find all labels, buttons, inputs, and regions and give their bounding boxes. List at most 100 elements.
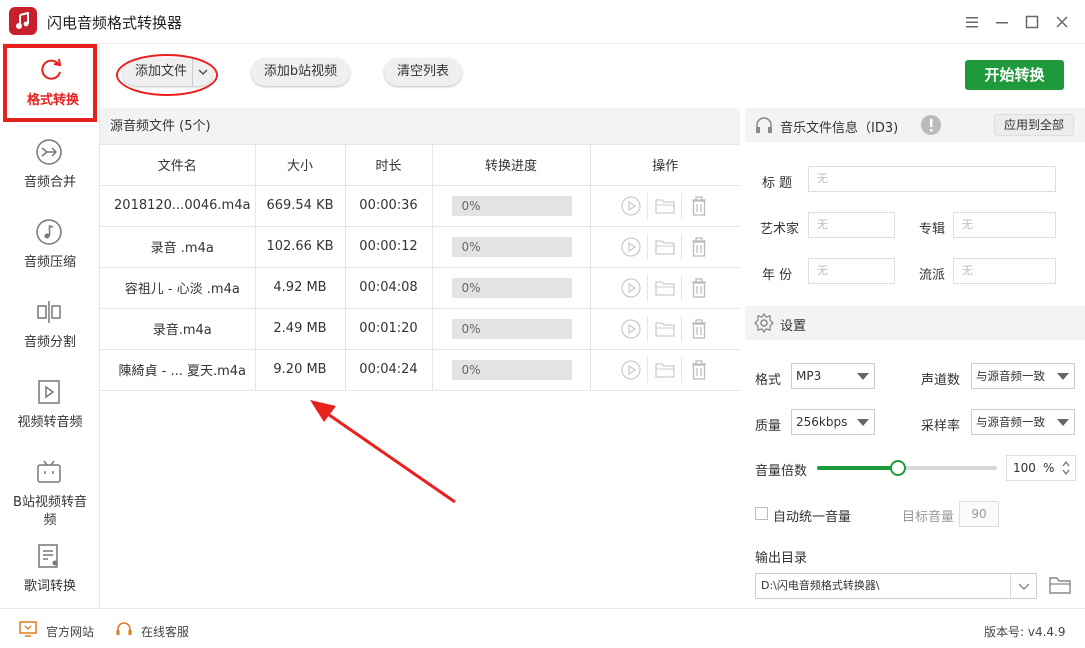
artist-field[interactable]: 无	[808, 212, 895, 238]
folder-icon[interactable]	[648, 315, 683, 342]
file-size: 2.49 MB	[255, 308, 346, 350]
file-name: 录音.m4a	[100, 308, 256, 350]
year-field[interactable]: 无	[808, 258, 895, 284]
trash-icon[interactable]	[682, 357, 716, 383]
samplerate-value: 与源音频一致	[976, 415, 1045, 429]
sidebar: 格式转换 音频合并 音频压缩 音频分割 视频转音频 B站视频转音频 歌词转换	[0, 44, 100, 608]
folder-icon[interactable]	[648, 192, 683, 219]
play-icon[interactable]	[614, 356, 649, 383]
channels-value: 与源音频一致	[976, 369, 1045, 383]
auto-volume-checkbox[interactable]	[755, 507, 768, 520]
play-icon[interactable]	[614, 315, 649, 342]
chevron-down-icon	[1057, 373, 1069, 380]
sidebar-item-audio-split[interactable]: 音频分割	[0, 290, 100, 368]
sidebar-item-label: B站视频转音频	[13, 495, 87, 528]
add-bilibili-button[interactable]: 添加b站视频	[251, 58, 350, 86]
artist-label: 艺术家	[760, 222, 800, 237]
trash-icon[interactable]	[682, 275, 716, 301]
title-field[interactable]: 无	[808, 166, 1056, 192]
website-icon	[19, 621, 37, 637]
close-icon[interactable]	[1054, 14, 1070, 30]
column-header-duration: 时长	[345, 145, 433, 186]
album-field[interactable]: 无	[953, 212, 1056, 238]
sidebar-item-lyrics[interactable]: 歌词转换	[0, 534, 100, 612]
auto-volume-label: 自动统一音量	[773, 510, 852, 525]
sidebar-item-label: 音频合并	[23, 175, 76, 190]
table-row[interactable]: 容祖儿 - 心淡 .m4a 4.92 MB 00:04:08 0%	[100, 267, 740, 309]
file-list-header: 源音频文件 (5个)	[100, 108, 740, 145]
output-path-field[interactable]: D:\闪电音频格式转换器\	[755, 573, 1037, 599]
table-row[interactable]: 陳綺貞 - ... 夏天.m4a 9.20 MB 00:04:24 0%	[100, 349, 740, 391]
progress-bar: 0%	[451, 277, 572, 298]
warning-icon[interactable]	[920, 114, 942, 136]
volume-slider-fill	[817, 466, 898, 470]
chevron-down-icon	[857, 419, 869, 426]
file-name: 2018120...0046.m4a	[100, 185, 256, 227]
sidebar-item-bilibili-to-audio[interactable]: B站视频转音频	[0, 450, 100, 540]
progress-bar: 0%	[451, 318, 572, 339]
menu-icon[interactable]	[964, 14, 980, 30]
format-select[interactable]: MP3	[791, 363, 875, 389]
genre-field[interactable]: 无	[953, 258, 1056, 284]
samplerate-label: 采样率	[921, 419, 961, 434]
volume-slider[interactable]	[817, 460, 997, 476]
volume-input[interactable]: 100 %	[1006, 455, 1076, 481]
actions-cell	[590, 349, 740, 391]
folder-icon[interactable]	[648, 233, 683, 260]
sidebar-item-label: 音频压缩	[23, 255, 76, 270]
minimize-icon[interactable]	[994, 14, 1010, 30]
progress-text: 0%	[461, 280, 481, 295]
samplerate-select[interactable]: 与源音频一致	[971, 409, 1075, 435]
channels-select[interactable]: 与源音频一致	[971, 363, 1075, 389]
maximize-icon[interactable]	[1024, 14, 1040, 30]
target-volume-field[interactable]: 90	[959, 501, 999, 527]
trash-icon[interactable]	[682, 316, 716, 342]
year-label: 年 份	[762, 268, 793, 283]
file-size: 9.20 MB	[255, 349, 346, 391]
trash-icon[interactable]	[682, 193, 716, 219]
file-name: 录音 .m4a	[100, 226, 256, 268]
file-duration: 00:00:12	[345, 226, 433, 268]
column-header-size: 大小	[255, 145, 346, 186]
folder-icon[interactable]	[1048, 574, 1072, 596]
merge-icon	[35, 138, 63, 166]
play-icon[interactable]	[614, 274, 649, 301]
start-convert-button[interactable]: 开始转换	[965, 60, 1064, 90]
sidebar-item-video-to-audio[interactable]: 视频转音频	[0, 370, 100, 448]
sidebar-item-audio-compress[interactable]: 音频压缩	[0, 210, 100, 288]
folder-icon[interactable]	[648, 274, 683, 301]
sidebar-item-label: 歌词转换	[23, 579, 76, 594]
file-size: 102.66 KB	[255, 226, 346, 268]
quality-select[interactable]: 256kbps	[791, 409, 875, 435]
file-name: 容祖儿 - 心淡 .m4a	[100, 267, 256, 309]
file-name: 陳綺貞 - ... 夏天.m4a	[100, 349, 256, 391]
sidebar-item-label: 视频转音频	[17, 415, 83, 430]
lyrics-icon	[35, 542, 63, 570]
column-header-name: 文件名	[100, 145, 256, 186]
file-duration: 00:00:36	[345, 185, 433, 227]
clear-list-button[interactable]: 清空列表	[384, 58, 462, 86]
volume-slider-handle[interactable]	[890, 460, 906, 476]
website-link[interactable]: 官方网站	[46, 623, 94, 640]
sidebar-item-audio-merge[interactable]: 音频合并	[0, 130, 100, 208]
trash-icon[interactable]	[682, 234, 716, 260]
chevron-down-icon[interactable]	[1010, 574, 1036, 598]
progress-cell: 0%	[432, 349, 591, 391]
volume-value: 100	[1013, 461, 1036, 475]
table-row[interactable]: 录音.m4a 2.49 MB 00:01:20 0%	[100, 308, 740, 350]
output-path-value: D:\闪电音频格式转换器\	[761, 579, 880, 592]
table-row[interactable]: 2018120...0046.m4a 669.54 KB 00:00:36 0%	[100, 185, 740, 227]
actions-cell	[590, 185, 740, 227]
actions-cell	[590, 308, 740, 350]
sidebar-item-format-convert[interactable]: 格式转换	[3, 44, 97, 122]
apply-all-button[interactable]: 应用到全部	[994, 114, 1074, 136]
progress-text: 0%	[461, 198, 481, 213]
play-icon[interactable]	[614, 233, 649, 260]
table-row[interactable]: 录音 .m4a 102.66 KB 00:00:12 0%	[100, 226, 740, 268]
stepper-icon[interactable]	[1061, 459, 1071, 477]
play-icon[interactable]	[614, 192, 649, 219]
headphones-icon	[754, 115, 774, 135]
progress-text: 0%	[461, 321, 481, 336]
folder-icon[interactable]	[648, 356, 683, 383]
support-link[interactable]: 在线客服	[141, 623, 189, 640]
